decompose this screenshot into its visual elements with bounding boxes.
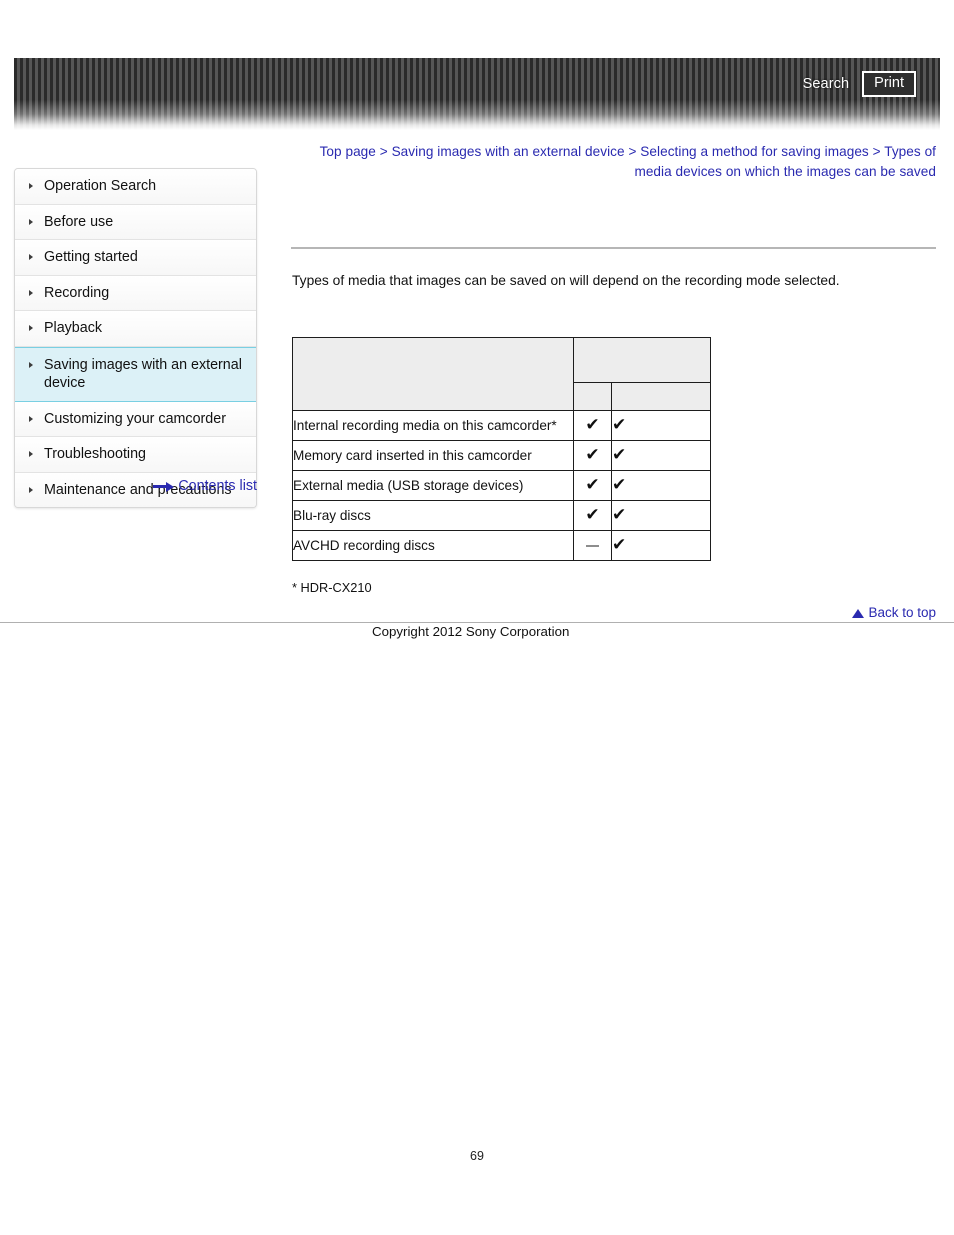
table-cell-mark-a: ✔ — [573, 500, 612, 531]
check-icon: ✔ — [585, 415, 600, 435]
breadcrumb-separator: > — [628, 144, 637, 159]
table-cell-mark-a: ✔ — [573, 470, 612, 501]
check-icon: ✔ — [585, 475, 600, 495]
sidebar-nav: Operation Search Before use Getting star… — [14, 168, 257, 508]
triangle-bullet-icon — [29, 218, 39, 225]
sidebar-item-label: Before use — [44, 213, 114, 230]
check-icon: ✔ — [612, 505, 627, 525]
sidebar-item-label: Getting started — [44, 249, 138, 265]
sidebar-item-troubleshooting[interactable]: Troubleshooting — [15, 437, 256, 473]
sidebar-item-saving-images-with-an-external-device[interactable]: Saving images with an external device — [15, 346, 256, 402]
right-arrow-icon — [153, 481, 175, 492]
triangle-bullet-icon — [29, 183, 39, 189]
check-icon: ✔ — [612, 475, 627, 495]
breadcrumb: Top page > Saving images with an externa… — [291, 142, 936, 181]
table-cell-mark-b: ✔ — [611, 410, 711, 441]
triangle-bullet-icon — [29, 415, 39, 422]
sidebar-item-customizing-your-camcorder[interactable]: Customizing your camcorder — [15, 401, 256, 437]
footer-divider — [0, 622, 954, 623]
sidebar-item-label: Operation Search — [44, 178, 157, 194]
triangle-bullet-icon — [29, 254, 39, 260]
triangle-up-icon — [852, 608, 865, 618]
dash-icon — [586, 545, 599, 548]
triangle-bullet-icon — [29, 361, 39, 368]
check-icon: ✔ — [612, 445, 627, 465]
table-row: External media (USB storage devices) ✔ ✔ — [292, 470, 711, 501]
print-button[interactable]: Print — [862, 71, 916, 98]
table-cell-mark-b: ✔ — [611, 440, 711, 471]
table-cell-mark-a: ✔ — [573, 410, 612, 441]
sidebar-item-recording[interactable]: Recording — [15, 275, 256, 311]
triangle-bullet-icon — [29, 325, 39, 331]
table-row: AVCHD recording discs ✔ — [292, 530, 711, 561]
table-cell-mark-a — [573, 530, 612, 561]
table-row-label: Memory card inserted in this camcorder — [292, 440, 574, 471]
media-devices-table: Internal recording media on this camcord… — [292, 337, 711, 561]
sidebar-item-label: Recording — [44, 284, 110, 301]
sidebar-item-operation-search[interactable]: Operation Search — [15, 169, 256, 205]
table-header-group — [573, 337, 711, 383]
contents-list-link[interactable]: Contents list — [178, 478, 257, 494]
banner-actions: Search Print — [803, 71, 916, 98]
content-divider — [291, 247, 936, 249]
table-cell-mark-b: ✔ — [611, 500, 711, 531]
check-icon: ✔ — [612, 415, 627, 435]
page-number: 69 — [470, 1149, 484, 1163]
search-link[interactable]: Search — [803, 76, 850, 92]
sidebar-item-label: Customizing your camcorder — [44, 410, 226, 427]
back-to-top-label: Back to top — [868, 605, 936, 620]
footnote: * HDR-CX210 — [292, 580, 372, 595]
back-to-top-link[interactable]: Back to top — [852, 605, 936, 620]
breadcrumb-item-top-page[interactable]: Top page — [320, 144, 376, 159]
table-row: Memory card inserted in this camcorder ✔… — [292, 440, 711, 471]
sidebar-item-before-use[interactable]: Before use — [15, 204, 256, 240]
table-cell-mark-a: ✔ — [573, 440, 612, 471]
table-row-label: AVCHD recording discs — [292, 530, 574, 561]
triangle-bullet-icon — [29, 289, 39, 296]
table-row-label: External media (USB storage devices) — [292, 470, 574, 501]
table-cell-mark-b: ✔ — [611, 530, 711, 561]
table-row: Internal recording media on this camcord… — [292, 410, 711, 441]
breadcrumb-item-selecting-method[interactable]: Selecting a method for saving images — [640, 144, 869, 159]
top-banner: Search Print — [14, 58, 940, 130]
table-row-label: Blu-ray discs — [292, 500, 574, 531]
copyright-text: Copyright 2012 Sony Corporation — [372, 624, 570, 639]
sidebar-item-label: Saving images with an external device — [44, 356, 242, 392]
breadcrumb-separator: > — [872, 144, 881, 159]
sidebar-item-label: Playback — [44, 320, 103, 336]
table-header-sub-a — [573, 382, 612, 411]
sidebar-item-playback[interactable]: Playback — [15, 311, 256, 347]
table-header-sub-b — [611, 382, 711, 411]
table-header-label-column — [292, 337, 574, 411]
table-row: Blu-ray discs ✔ ✔ — [292, 500, 711, 531]
check-icon: ✔ — [585, 445, 600, 465]
sidebar-item-label: Troubleshooting — [44, 446, 146, 462]
table-row-label: Internal recording media on this camcord… — [292, 410, 574, 441]
table-cell-mark-b: ✔ — [611, 470, 711, 501]
sidebar-item-getting-started[interactable]: Getting started — [15, 240, 256, 276]
breadcrumb-item-saving-images[interactable]: Saving images with an external device — [392, 144, 625, 159]
contents-list-row: Contents list — [14, 478, 257, 494]
check-icon: ✔ — [585, 505, 600, 525]
intro-paragraph: Types of media that images can be saved … — [292, 273, 840, 288]
check-icon: ✔ — [612, 535, 627, 555]
table-header-row-1 — [292, 337, 711, 411]
triangle-bullet-icon — [29, 451, 39, 457]
breadcrumb-separator: > — [379, 144, 388, 159]
